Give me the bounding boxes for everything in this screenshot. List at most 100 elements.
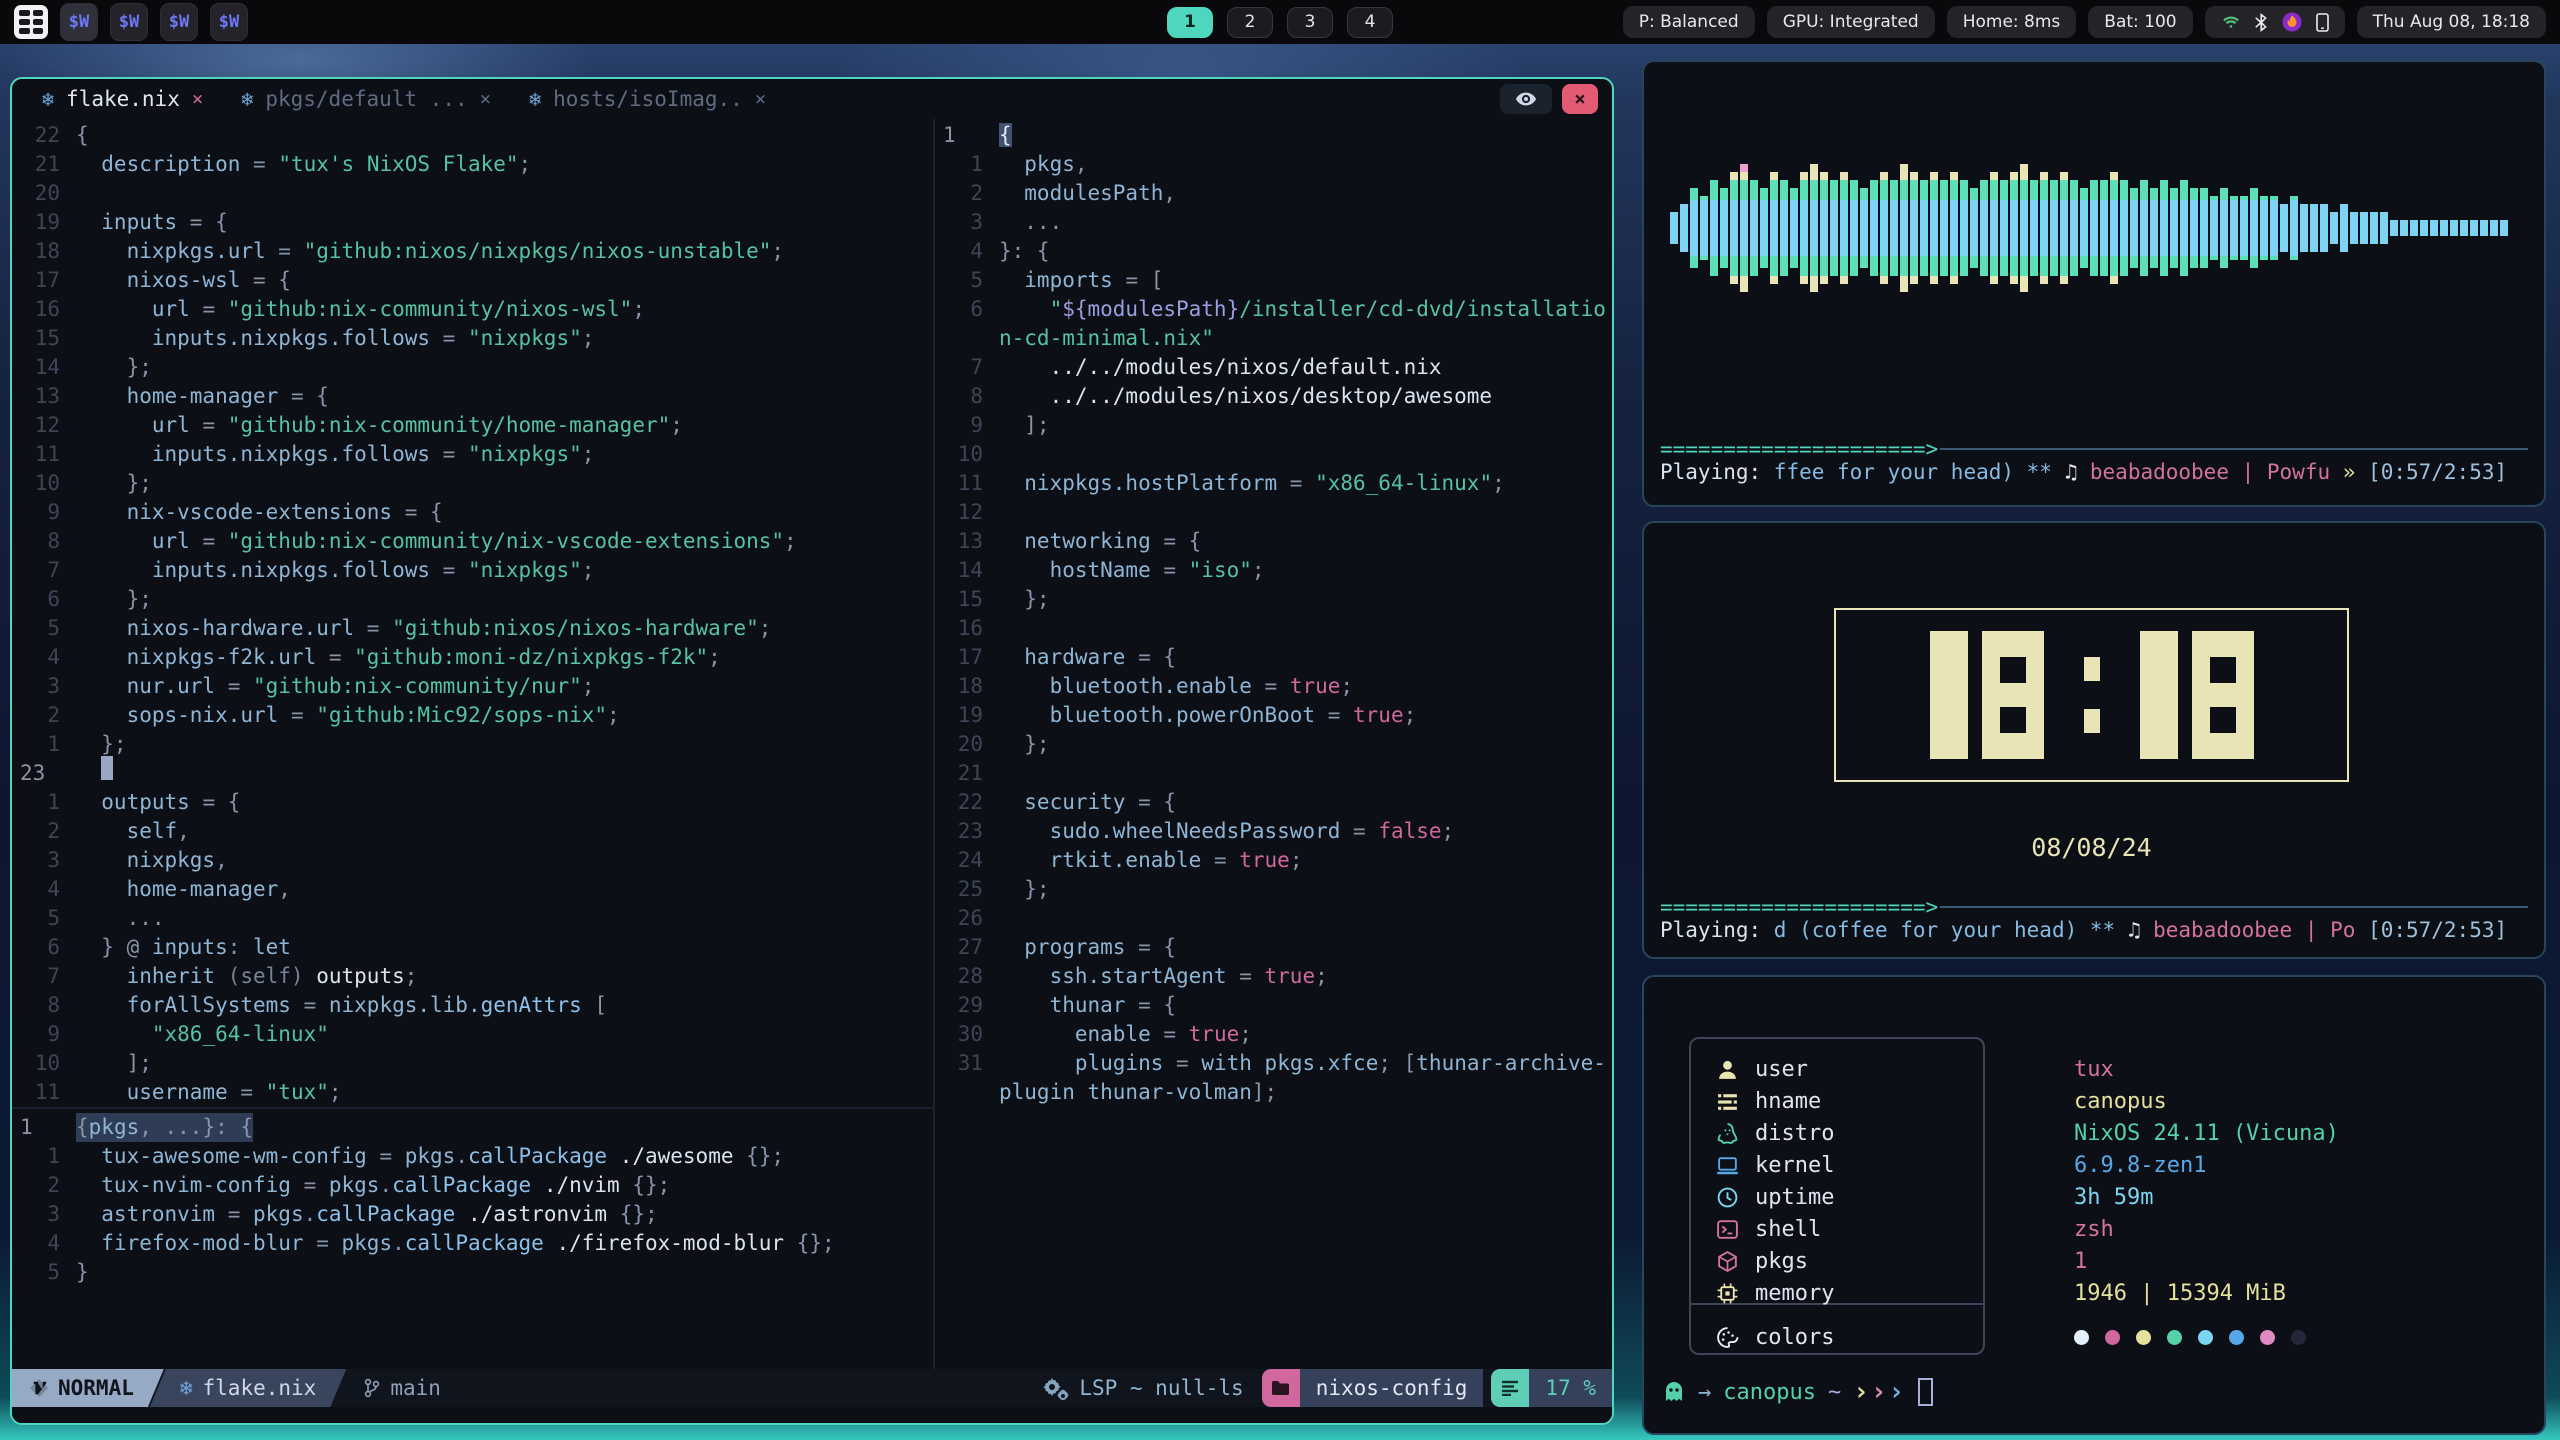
viz-bar bbox=[2390, 220, 2398, 236]
tag-tile-4[interactable]: $W bbox=[210, 3, 248, 41]
code-line: 5} bbox=[12, 1258, 933, 1287]
tray-icons[interactable] bbox=[2205, 6, 2345, 38]
code-line: 10 bbox=[935, 440, 1612, 469]
eye-toggle-button[interactable] bbox=[1500, 84, 1552, 114]
viz-bar bbox=[2030, 180, 2038, 276]
ghost-icon bbox=[1662, 1380, 1686, 1404]
viz-bar bbox=[2470, 220, 2478, 236]
now-playing: Playing: ffee for your head) ** ♫ beabad… bbox=[1660, 460, 2528, 484]
code-line: 21 bbox=[935, 759, 1612, 788]
fetch-value-hname: canopus bbox=[2074, 1085, 2167, 1117]
code-line: 2 modulesPath, bbox=[935, 179, 1612, 208]
viz-bar bbox=[1740, 164, 1748, 292]
code-line: 10 }; bbox=[12, 469, 933, 498]
tag-tile-3[interactable]: $W bbox=[160, 3, 198, 41]
code-line: 5 imports = [ bbox=[935, 266, 1612, 295]
tab-close-icon[interactable]: × bbox=[755, 88, 766, 110]
vim-icon bbox=[30, 1379, 48, 1397]
viz-bar bbox=[2080, 188, 2088, 268]
bluetooth-icon bbox=[2255, 13, 2268, 32]
code-line: 1 pkgs, bbox=[935, 150, 1612, 179]
now-playing: Playing: d (coffee for your head) ** ♫ b… bbox=[1660, 918, 2528, 942]
viz-bar bbox=[2460, 220, 2468, 236]
tag-tile-2[interactable]: $W bbox=[110, 3, 148, 41]
code-line: 1 tux-awesome-wm-config = pkgs.callPacka… bbox=[12, 1142, 933, 1171]
viz-bar bbox=[2160, 180, 2168, 276]
code-line: 14 }; bbox=[12, 353, 933, 382]
viz-bar bbox=[1710, 180, 1718, 276]
viz-bar bbox=[1870, 180, 1878, 276]
viz-bar bbox=[1910, 172, 1918, 284]
branch-label: main bbox=[390, 1376, 441, 1400]
workspace-1[interactable]: 1 bbox=[1167, 7, 1213, 38]
folder-badge bbox=[1262, 1369, 1300, 1407]
viz-bar bbox=[2330, 212, 2338, 244]
workspace-3[interactable]: 3 bbox=[1287, 7, 1333, 38]
tab-hosts-isoImag-[interactable]: ❄hosts/isoImag..× bbox=[513, 79, 782, 119]
code-line: 4}: { bbox=[935, 237, 1612, 266]
viz-bar bbox=[1970, 188, 1978, 268]
close-window-button[interactable]: × bbox=[1562, 84, 1598, 114]
status-pill: Bat: 100 bbox=[2088, 6, 2192, 38]
code-line: 11 inputs.nixpkgs.follows = "nixpkgs"; bbox=[12, 440, 933, 469]
code-line: 7 ../../modules/nixos/default.nix bbox=[935, 353, 1612, 382]
tab-flake-nix[interactable]: ❄flake.nix× bbox=[26, 79, 219, 119]
fetch-row-kernel: kernel bbox=[1716, 1149, 1834, 1181]
viz-bar bbox=[2040, 172, 2048, 284]
viz-bar bbox=[2490, 220, 2498, 236]
viz-bar bbox=[1930, 172, 1938, 284]
code-line: 7 inputs.nixpkgs.follows = "nixpkgs"; bbox=[12, 556, 933, 585]
viz-bar bbox=[2240, 196, 2248, 260]
fetch-row-user: user bbox=[1716, 1053, 1808, 1085]
project-segment: nixos-config bbox=[1300, 1369, 1484, 1407]
flake-nix-pane[interactable]: 22{21 description = "tux's NixOS Flake";… bbox=[12, 119, 933, 1107]
neovim-window: ❄flake.nix×❄pkgs/default ...×❄hosts/isoI… bbox=[10, 77, 1614, 1425]
iso-image-pane[interactable]: 1{1 pkgs,2 modulesPath,3 ...4}: {5 impor… bbox=[935, 119, 1612, 1369]
clock-date: 08/08/24 bbox=[1834, 833, 2349, 862]
fetch-row-memory: memory bbox=[1716, 1277, 1834, 1309]
viz-bar bbox=[2340, 204, 2348, 252]
pkgs-default-pane[interactable]: 1{pkgs, ...}: {1 tux-awesome-wm-config =… bbox=[12, 1109, 933, 1369]
code-line: 22 security = { bbox=[935, 788, 1612, 817]
code-line: 1 outputs = { bbox=[12, 788, 933, 817]
viz-bar bbox=[2400, 220, 2408, 236]
workspace-switcher: 1234 bbox=[1167, 7, 1393, 38]
workspace-2[interactable]: 2 bbox=[1227, 7, 1273, 38]
tab-label: pkgs/default ... bbox=[265, 87, 467, 111]
code-line: 12 url = "github:nix-community/home-mana… bbox=[12, 411, 933, 440]
code-line: 11 username = "tux"; bbox=[12, 1078, 933, 1107]
lines-icon bbox=[1501, 1380, 1519, 1396]
taglist: $W $W $W $W bbox=[14, 3, 248, 41]
fetch-row-distro: distro bbox=[1716, 1117, 1834, 1149]
viz-bar bbox=[1830, 180, 1838, 276]
prompt-host: canopus bbox=[1723, 1380, 1816, 1405]
folder-icon bbox=[1271, 1380, 1290, 1396]
clock-pill: Thu Aug 08, 18:18 bbox=[2357, 6, 2546, 38]
tab-close-icon[interactable]: × bbox=[480, 88, 491, 110]
code-line: 31 plugins = with pkgs.xfce; [thunar-arc… bbox=[935, 1049, 1612, 1078]
viz-bar bbox=[2210, 196, 2218, 260]
viz-bar bbox=[1880, 172, 1888, 284]
hostname-icon bbox=[1716, 1090, 1739, 1113]
tab-close-icon[interactable]: × bbox=[192, 88, 203, 110]
tag-tile-1[interactable]: $W bbox=[60, 3, 98, 41]
shell-prompt[interactable]: → canopus ~ ››› bbox=[1662, 1377, 1933, 1407]
viz-bar bbox=[2260, 196, 2268, 260]
code-line: 25 }; bbox=[935, 875, 1612, 904]
code-line: 6 "${modulesPath}/installer/cd-dvd/insta… bbox=[935, 295, 1612, 324]
code-line: 19 inputs = { bbox=[12, 208, 933, 237]
code-line: 4 home-manager, bbox=[12, 875, 933, 904]
code-line: 9 ]; bbox=[935, 411, 1612, 440]
viz-bar bbox=[1730, 172, 1738, 284]
viz-bar bbox=[1760, 188, 1768, 268]
layout-icon[interactable] bbox=[14, 5, 48, 39]
file-segment: ❄ flake.nix bbox=[150, 1369, 346, 1407]
code-line: 3 astronvim = pkgs.callPackage ./astronv… bbox=[12, 1200, 933, 1229]
tab-pkgs-default-[interactable]: ❄pkgs/default ...× bbox=[225, 79, 507, 119]
workspace-4[interactable]: 4 bbox=[1347, 7, 1393, 38]
scroll-badge bbox=[1491, 1369, 1529, 1407]
git-branch-icon bbox=[364, 1378, 380, 1398]
viz-bar bbox=[2320, 204, 2328, 252]
packages-icon bbox=[1716, 1250, 1739, 1273]
viz-bar bbox=[2350, 212, 2358, 244]
